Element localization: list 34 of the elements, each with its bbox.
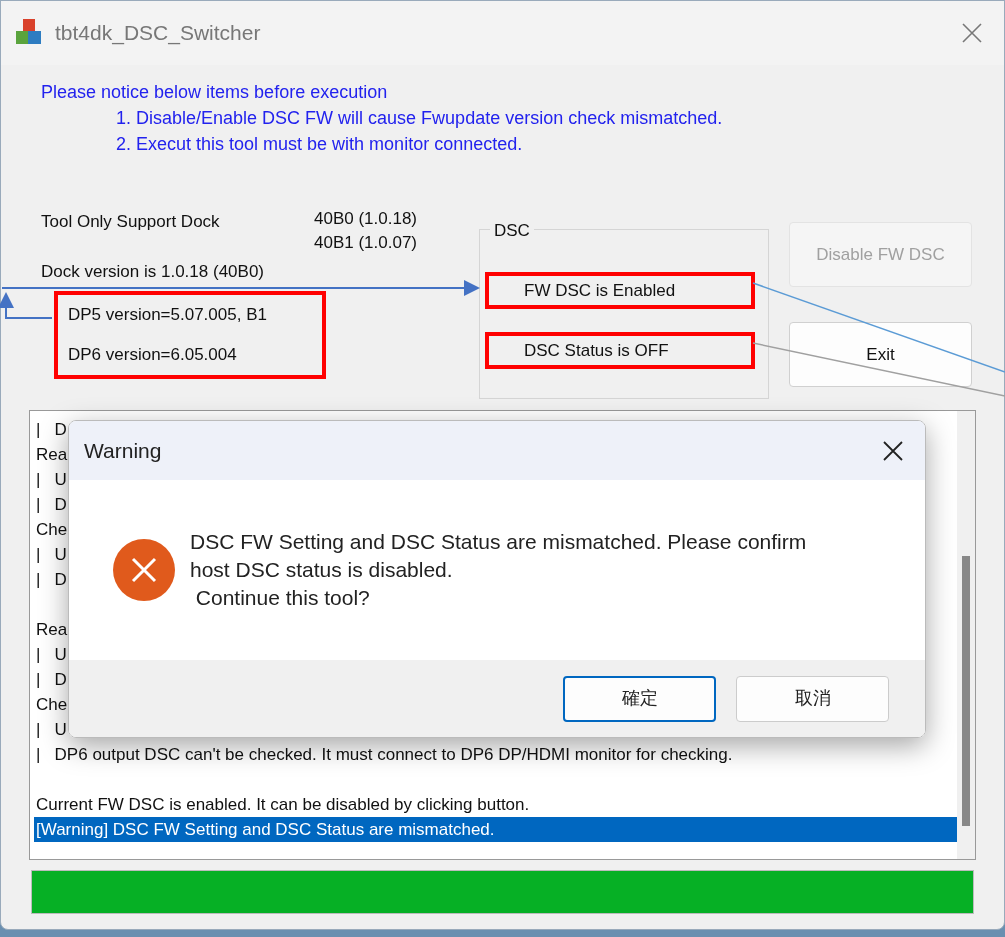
log-line: | D bbox=[36, 495, 67, 514]
dock-version-item: 40B0 (1.0.18) bbox=[314, 208, 417, 230]
dialog-title: Warning bbox=[84, 437, 162, 464]
log-line: | D bbox=[36, 420, 67, 439]
log-line: Current FW DSC is enabled. It can be disabled by clicking button. bbox=[36, 795, 530, 814]
support-label: Tool Only Support Dock bbox=[41, 211, 221, 233]
log-line: Che bbox=[36, 695, 68, 714]
close-icon bbox=[883, 440, 903, 461]
log-line: | DP6 output DSC can't be checked. It must connect to DP6 DP/HDMI monitor for checking. bbox=[36, 745, 733, 764]
ok-button[interactable]: 確定 bbox=[563, 675, 716, 722]
dp-version-text: DP6 version=6.05.004 bbox=[68, 343, 238, 366]
log-line: Che bbox=[36, 520, 68, 539]
error-icon bbox=[112, 538, 176, 602]
log-line: | U bbox=[36, 545, 67, 564]
fw-dsc-status: FW DSC is Enabled bbox=[485, 272, 755, 309]
dock-version-text: Dock version is 1.0.18 (40B0) bbox=[41, 261, 264, 283]
dialog-message: DSC FW Setting and DSC Status are mismatched. Please confirm host DSC status is disabled. Continue this tool? bbox=[190, 529, 807, 611]
log-line: | U bbox=[36, 645, 67, 664]
log-line: | D bbox=[36, 670, 67, 689]
close-icon bbox=[962, 23, 982, 43]
notice-item: 2. Execut this tool must be with monitor connected. bbox=[115, 133, 524, 156]
cancel-button[interactable]: 取消 bbox=[736, 675, 889, 722]
log-line: | U bbox=[36, 470, 67, 489]
dsc-status: DSC Status is OFF bbox=[485, 332, 755, 369]
dock-version-item: 40B1 (1.0.07) bbox=[314, 232, 417, 254]
notice-item: 1. Disable/Enable DSC FW will cause Fwupdate version check mismatched. bbox=[115, 107, 724, 130]
log-line: Rea bbox=[36, 620, 68, 639]
dp-version-text: DP5 version=5.07.005, B1 bbox=[68, 303, 268, 326]
log-line: Rea bbox=[36, 445, 68, 464]
notice-heading: Please notice below items before execution bbox=[41, 81, 389, 104]
log-line: | U bbox=[36, 720, 67, 739]
log-line: | D bbox=[36, 570, 67, 589]
window-title: tbt4dk_DSC_Switcher bbox=[55, 20, 261, 47]
exit-button[interactable]: Exit bbox=[789, 322, 972, 387]
